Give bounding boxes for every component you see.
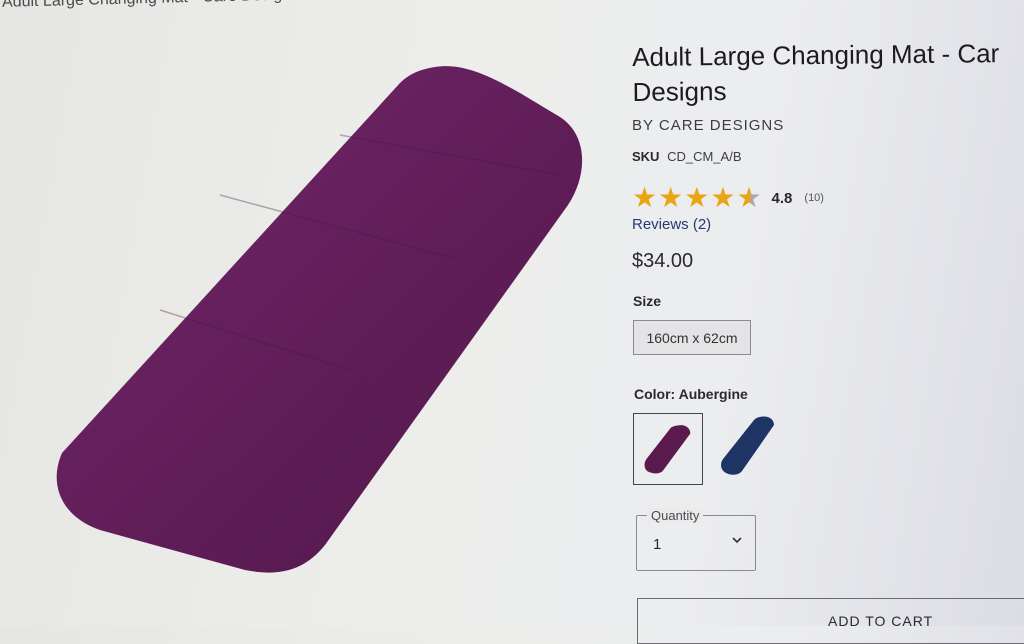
color-swatch-aubergine[interactable]	[633, 413, 703, 485]
rating-count: (10)	[804, 192, 824, 204]
product-sku: SKU CD_CM_A/B	[632, 149, 742, 164]
sku-value: CD_CM_A/B	[667, 149, 742, 164]
rating-stars: ★ ★ ★ ★ ★	[632, 184, 762, 212]
navy-mat-thumbnail	[721, 416, 774, 475]
half-star-icon: ★	[736, 182, 762, 213]
add-to-cart-button[interactable]: ADD TO CART	[637, 598, 1024, 644]
quantity-label: Quantity	[647, 508, 704, 523]
product-title: Adult Large Changing Mat - Car Designs	[632, 36, 1024, 110]
quantity-select[interactable]: Quantity 1	[636, 508, 756, 571]
product-image	[40, 55, 600, 595]
product-price: $34.00	[632, 250, 694, 272]
reviews-link[interactable]: Reviews (2)	[632, 216, 711, 233]
star-icon: ★	[632, 182, 658, 213]
aubergine-mat-thumbnail	[644, 425, 691, 474]
sku-label: SKU	[632, 149, 660, 164]
star-icon: ★	[658, 182, 684, 213]
star-icon: ★	[710, 182, 736, 213]
breadcrumb[interactable]: Adult Large Changing Mat - Care Designs	[2, 0, 299, 12]
size-label: Size	[633, 293, 662, 309]
product-brand: BY CARE DESIGNS	[632, 117, 785, 134]
product-rating[interactable]: ★ ★ ★ ★ ★ 4.8 (10)	[632, 184, 824, 212]
star-icon: ★	[684, 182, 710, 213]
product-title-line-2: Designs	[632, 76, 727, 107]
color-swatch-navy[interactable]	[712, 413, 782, 485]
quantity-value: 1	[653, 536, 662, 553]
size-option-160x62[interactable]: 160cm x 62cm	[633, 320, 751, 355]
color-label: Color: Aubergine	[634, 386, 748, 402]
changing-mat-image	[56, 66, 583, 573]
rating-value: 4.8	[771, 189, 793, 207]
add-to-cart-label: ADD TO CART	[828, 613, 934, 629]
chevron-down-icon	[732, 537, 742, 544]
product-title-line-1: Adult Large Changing Mat - Car	[632, 38, 1000, 72]
